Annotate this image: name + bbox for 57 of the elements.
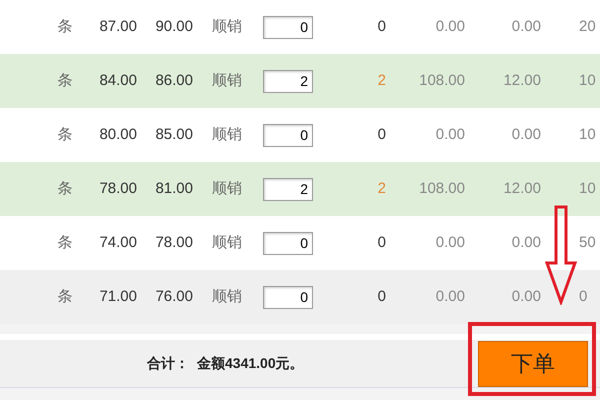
table-cell-text: 0: [579, 286, 588, 307]
table-cell-text: 87.00: [99, 16, 137, 37]
table-cell-text: 2: [378, 178, 386, 199]
table-cell-text: 10: [579, 124, 596, 145]
total-amount: 金额4341.00元。: [197, 354, 304, 373]
order-button[interactable]: 下单: [478, 340, 588, 386]
table-cell-text: 条: [56, 70, 74, 91]
table-cell-text: 顺销: [212, 178, 242, 199]
table-cell-text: 78.00: [99, 178, 137, 199]
table-cell-text: 条: [56, 178, 74, 199]
table-cell-text: 108.00: [419, 178, 465, 199]
table-cell-text: 0.00: [512, 232, 541, 253]
table-cell-text: 0.00: [436, 286, 465, 307]
quantity-field[interactable]: 2: [263, 178, 313, 200]
quantity-field[interactable]: 0: [263, 16, 313, 38]
table-cell-text: 0.00: [512, 286, 541, 307]
table-cell-text: 10: [579, 70, 596, 91]
table-cell-text: 74.00: [99, 232, 137, 253]
table-cell-text: 顺销: [212, 124, 242, 145]
table-cell-text: 0.00: [436, 232, 465, 253]
table-cell-text: 0: [378, 16, 386, 37]
table-cell-text: 0.00: [436, 124, 465, 145]
table-cell-text: 50: [579, 232, 596, 253]
table-cell-text: 0.00: [512, 16, 541, 37]
quantity-field[interactable]: 0: [263, 124, 313, 146]
quantity-field[interactable]: 0: [263, 286, 313, 308]
table-cell-text: 85.00: [155, 124, 193, 145]
table-cell-text: 顺销: [212, 70, 242, 91]
table-cell-text: 条: [56, 16, 74, 37]
table-cell-text: 0.00: [436, 16, 465, 37]
table-cell-text: 84.00: [99, 70, 137, 91]
quantity-field[interactable]: 0: [263, 232, 313, 254]
table-cell-text: 20: [579, 16, 596, 37]
table-cell-text: 86.00: [155, 70, 193, 91]
table-cell-text: 108.00: [419, 70, 465, 91]
table-cell-text: 0.00: [512, 124, 541, 145]
table-cell-text: 0: [378, 286, 386, 307]
table-cell-text: 12.00: [503, 70, 541, 91]
table-cell-text: 78.00: [155, 232, 193, 253]
table-cell-text: 10: [579, 178, 596, 199]
table-cell-text: 条: [56, 286, 74, 307]
table-cell-text: 71.00: [99, 286, 137, 307]
table-cell-text: 条: [56, 124, 74, 145]
table-cell-text: 12.00: [503, 178, 541, 199]
table-cell-text: 76.00: [155, 286, 193, 307]
table-cell-text: 顺销: [212, 16, 242, 37]
table-cell-text: 90.00: [155, 16, 193, 37]
table-cell-text: 80.00: [99, 124, 137, 145]
table-cell-text: 2: [378, 70, 386, 91]
table-cell-text: 0: [378, 232, 386, 253]
quantity-field[interactable]: 2: [263, 70, 313, 92]
table-cell-text: 条: [56, 232, 74, 253]
table-cell-text: 81.00: [155, 178, 193, 199]
table-cell-text: 顺销: [212, 232, 242, 253]
table-cell-text: 0: [378, 124, 386, 145]
total-label: 合计：: [147, 354, 189, 373]
table-cell-text: 顺销: [212, 286, 242, 307]
